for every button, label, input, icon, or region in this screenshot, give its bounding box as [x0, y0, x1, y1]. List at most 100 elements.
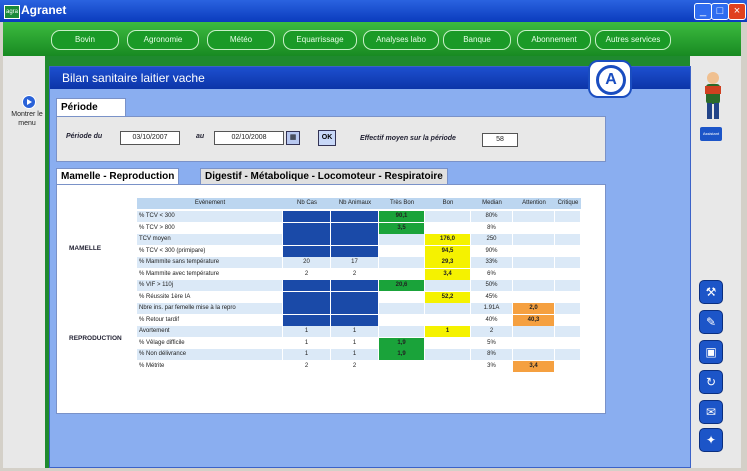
header-cell: Nb Animaux — [338, 200, 372, 206]
table-row: % Retour tardif 40% 40,3 — [137, 314, 581, 326]
menu-equarrissage[interactable]: Equarrissage — [283, 30, 357, 50]
cell-event: % TCV > 800 — [137, 222, 283, 234]
cell-median: 8% — [471, 349, 513, 360]
cell-bon: 52,2 — [425, 291, 471, 303]
header-cell: Très Bon — [389, 200, 415, 206]
cell-median: 250 — [471, 234, 513, 245]
period-from-field[interactable]: 03/10/2007 — [120, 131, 180, 145]
cell-critique — [555, 314, 581, 326]
cell-nbcas: 1 — [283, 326, 331, 337]
cell-nbanim: 2 — [331, 360, 379, 372]
cell-attention: 40,3 — [513, 314, 555, 326]
farmer-icon — [705, 72, 721, 119]
period-to-label: au — [196, 133, 205, 140]
maximize-button[interactable]: □ — [711, 3, 729, 20]
cell-bon — [425, 337, 471, 349]
cell-attention — [513, 268, 555, 280]
menu-analyses-labo[interactable]: Analyses labo — [363, 30, 439, 50]
cell-tresbon — [379, 291, 425, 303]
table-row: Avortement 1 1 1 2 — [137, 326, 581, 337]
cell-nbcas — [283, 314, 331, 326]
cell-event: % TCV < 300 — [137, 211, 283, 222]
mail-icon[interactable]: ✉ — [699, 400, 723, 424]
cell-critique — [555, 211, 581, 222]
minimize-button[interactable]: _ — [694, 3, 712, 20]
cell-nbanim — [331, 314, 379, 326]
close-button[interactable]: × — [728, 3, 746, 20]
pencil-icon[interactable]: ✎ — [699, 310, 723, 334]
cell-nbcas: 2 — [283, 360, 331, 372]
cell-median: 50% — [471, 280, 513, 291]
cell-nbcas — [283, 291, 331, 303]
cell-bon: 176,0 — [425, 234, 471, 245]
menu-meteo[interactable]: Météo — [207, 30, 275, 50]
cell-median: 40% — [471, 314, 513, 326]
assistant-button[interactable]: Assistant — [700, 127, 722, 141]
cell-critique — [555, 222, 581, 234]
period-from-label: Période du — [66, 133, 103, 140]
cell-tresbon — [379, 245, 425, 257]
period-to-field[interactable]: 02/10/2008 — [214, 131, 284, 145]
menu-autres-services[interactable]: Autres services — [595, 30, 671, 50]
show-menu-icon[interactable] — [22, 95, 36, 109]
table-header: Evènement Nb Cas Nb Animaux Très Bon Bon Medi… — [137, 198, 581, 209]
table-row: % VIF > 110j 20,6 50% — [137, 280, 581, 291]
cell-tresbon — [379, 257, 425, 268]
cell-bon — [425, 360, 471, 372]
ok-button[interactable]: OK — [318, 130, 336, 146]
assistant-avatar[interactable] — [700, 70, 726, 124]
cell-event: % VIF > 110j — [137, 280, 283, 291]
cell-event: % TCV < 300 (primipare) — [137, 245, 283, 257]
cell-tresbon — [379, 268, 425, 280]
cell-critique — [555, 337, 581, 349]
calendar-icon[interactable]: ▦ — [286, 131, 300, 145]
cell-nbanim — [331, 222, 379, 234]
cell-attention: 2,0 — [513, 303, 555, 314]
cell-nbcas — [283, 303, 331, 314]
cell-bon — [425, 222, 471, 234]
cell-tresbon — [379, 360, 425, 372]
cell-median: 2 — [471, 326, 513, 337]
table-row: TCV moyen 176,0 250 — [137, 234, 581, 245]
cell-critique — [555, 245, 581, 257]
top-menu-bar: Bovin Agronomie Météo Equarrissage Analy… — [3, 22, 741, 56]
cell-event: Avortement — [137, 326, 283, 337]
cell-nbcas — [283, 234, 331, 245]
refresh-icon[interactable]: ↻ — [699, 370, 723, 394]
cell-median: 45% — [471, 291, 513, 303]
results-table: Evènement Nb Cas Nb Animaux Très Bon Bon Medi… — [56, 184, 606, 414]
cell-nbcas: 2 — [283, 268, 331, 280]
app-logo-icon: agra — [4, 5, 20, 19]
cell-event: % Réussite 1ère IA — [137, 291, 283, 303]
cell-critique — [555, 257, 581, 268]
table-row: % TCV < 300 (primipare) 94,5 90% — [137, 245, 581, 257]
cell-attention — [513, 349, 555, 360]
table-row: % Non délivrance 1 1 1,9 8% — [137, 349, 581, 360]
notebook-icon[interactable]: ✦ — [699, 428, 723, 452]
cell-bon: 1 — [425, 326, 471, 337]
header-cell: Median — [482, 200, 502, 206]
cell-bon — [425, 211, 471, 222]
cell-nbcas — [283, 280, 331, 291]
cell-attention: 3,4 — [513, 360, 555, 372]
menu-agronomie[interactable]: Agronomie — [127, 30, 199, 50]
effectif-label: Effectif moyen sur la période — [360, 135, 456, 142]
cell-tresbon: 1,9 — [379, 349, 425, 360]
cell-median: 90% — [471, 245, 513, 257]
cell-nbcas — [283, 222, 331, 234]
menu-abonnement[interactable]: Abonnement — [517, 30, 591, 50]
menu-bovin[interactable]: Bovin — [51, 30, 119, 50]
cell-critique — [555, 234, 581, 245]
cell-nbcas — [283, 245, 331, 257]
cell-tresbon — [379, 314, 425, 326]
show-menu-label[interactable]: Montrer le menu — [8, 110, 46, 128]
cell-attention — [513, 326, 555, 337]
cell-median: 3% — [471, 360, 513, 372]
menu-banque[interactable]: Banque — [443, 30, 511, 50]
cell-nbanim — [331, 291, 379, 303]
table-row: % Mammite sans température 20 17 29,3 33% — [137, 257, 581, 268]
cell-nbcas — [283, 211, 331, 222]
cell-bon: 94,5 — [425, 245, 471, 257]
tools-icon[interactable]: ⚒ — [699, 280, 723, 304]
lock-icon[interactable]: ▣ — [699, 340, 723, 364]
